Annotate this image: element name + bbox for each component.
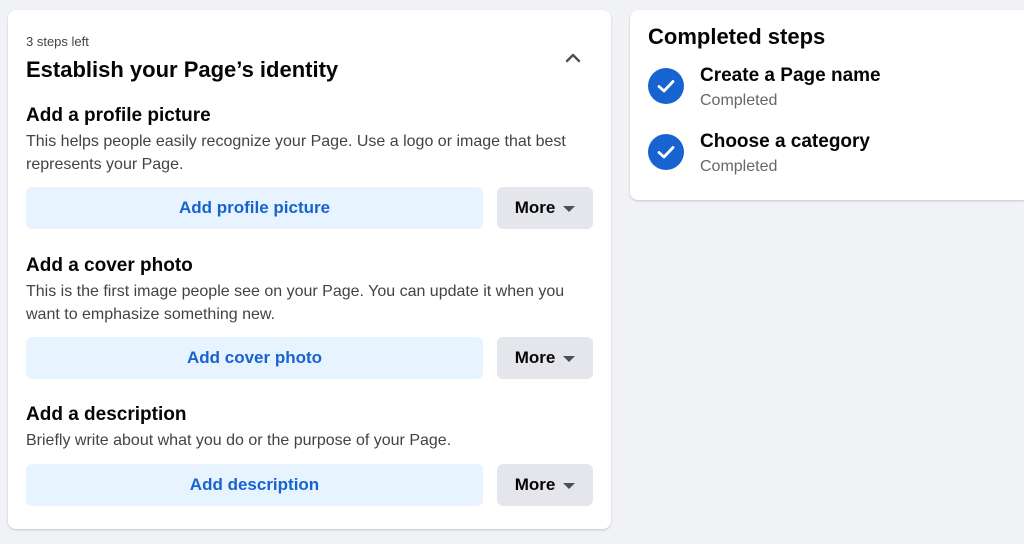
caret-down-icon bbox=[563, 206, 576, 212]
more-dropdown-button[interactable]: More bbox=[497, 337, 593, 379]
action-row: Add description More bbox=[26, 464, 593, 506]
completed-item-name: Create a Page name bbox=[700, 65, 881, 86]
add-cover-photo-button[interactable]: Add cover photo bbox=[26, 337, 483, 379]
completed-item-category: Choose a category Completed bbox=[648, 130, 1008, 180]
action-row: Add cover photo More bbox=[26, 337, 593, 379]
section-description-text: Briefly write about what you do or the p… bbox=[26, 432, 452, 449]
more-dropdown-button[interactable]: More bbox=[497, 464, 593, 506]
completed-item-name: Choose a category bbox=[700, 131, 870, 152]
completed-item-status: Completed bbox=[700, 158, 778, 175]
chevron-up-icon bbox=[565, 53, 581, 63]
completed-steps-card: Completed steps Create a Page name Compl… bbox=[630, 10, 1024, 200]
section-description: This helps people easily recognize your … bbox=[26, 133, 566, 173]
more-dropdown-button[interactable]: More bbox=[497, 187, 593, 229]
section-title: Add a profile picture bbox=[26, 105, 211, 126]
section-title: Add a description bbox=[26, 404, 187, 425]
more-label: More bbox=[514, 198, 556, 217]
page-setup-card: 3 steps left Establish your Page’s ident… bbox=[8, 10, 611, 529]
page: 3 steps left Establish your Page’s ident… bbox=[0, 0, 1024, 544]
more-label: More bbox=[514, 348, 556, 367]
add-profile-picture-button[interactable]: Add profile picture bbox=[26, 187, 483, 229]
collapse-button[interactable] bbox=[561, 46, 585, 70]
steps-left-label: 3 steps left bbox=[26, 34, 89, 49]
section-description: This is the first image people see on yo… bbox=[26, 283, 565, 323]
section-profile-picture: Add a profile picture This helps people … bbox=[26, 104, 593, 244]
checkmark-circle-icon bbox=[648, 68, 684, 104]
completed-item-status: Completed bbox=[700, 92, 778, 109]
more-label: More bbox=[514, 475, 556, 494]
checkmark-circle-icon bbox=[648, 134, 684, 170]
section-title: Add a cover photo bbox=[26, 255, 193, 276]
section-description: Add a description Briefly write about wh… bbox=[26, 403, 593, 523]
setup-card-title: Establish your Page’s identity bbox=[26, 57, 339, 82]
caret-down-icon bbox=[563, 356, 576, 362]
add-description-button[interactable]: Add description bbox=[26, 464, 483, 506]
caret-down-icon bbox=[563, 483, 576, 489]
section-cover-photo: Add a cover photo This is the first imag… bbox=[26, 254, 593, 394]
completed-steps-title: Completed steps bbox=[648, 24, 826, 49]
action-row: Add profile picture More bbox=[26, 187, 593, 229]
completed-item-page-name: Create a Page name Completed bbox=[648, 64, 1008, 114]
